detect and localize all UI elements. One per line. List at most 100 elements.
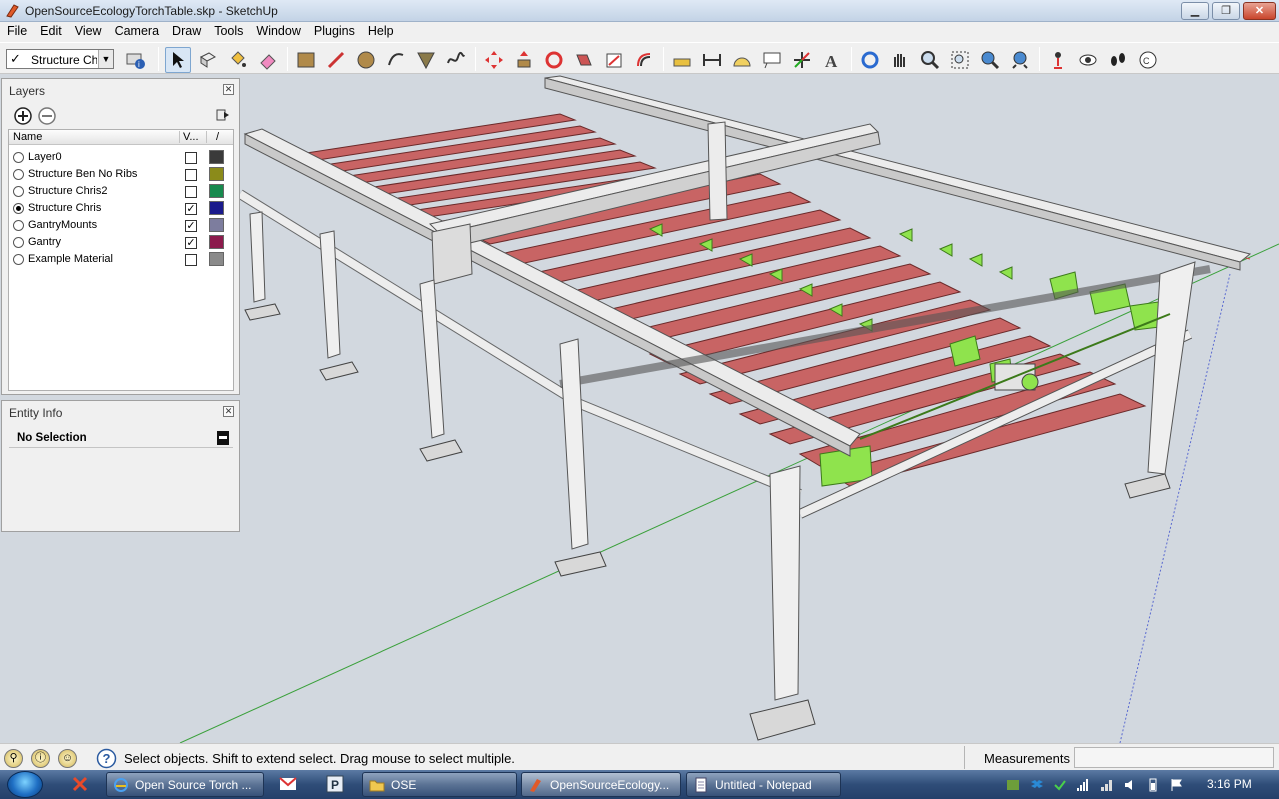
network-signal-icon[interactable] — [1100, 778, 1114, 792]
active-layer-radio[interactable] — [13, 169, 24, 180]
menu-window[interactable]: Window — [249, 22, 306, 38]
menu-tools[interactable]: Tools — [207, 22, 249, 38]
user-icon[interactable]: ☺ — [58, 749, 77, 768]
zoom-icon[interactable] — [917, 47, 943, 73]
close-button[interactable]: ✕ — [1243, 2, 1276, 20]
close-app-icon[interactable] — [70, 774, 90, 794]
tray-app-icon[interactable] — [1006, 778, 1020, 792]
measurements-input[interactable] — [1074, 747, 1274, 768]
volume-icon[interactable] — [1123, 778, 1137, 792]
zoom-window-icon[interactable] — [947, 47, 973, 73]
layer-color-swatch[interactable] — [209, 184, 224, 198]
layer-row[interactable]: Example Material — [9, 251, 233, 268]
flag-icon[interactable] — [1170, 778, 1184, 792]
column-name[interactable]: Name — [13, 131, 42, 143]
layer-color-swatch[interactable] — [209, 201, 224, 215]
layer-name[interactable]: Structure Ben No Ribs — [28, 168, 137, 180]
menu-plugins[interactable]: Plugins — [307, 22, 361, 38]
delete-layer-icon[interactable] — [38, 107, 56, 125]
active-layer-radio[interactable] — [13, 152, 24, 163]
3d-text-icon[interactable]: A — [819, 47, 845, 73]
taskbar-item[interactable]: Open Source Torch ... — [106, 772, 264, 797]
layer-color-swatch[interactable] — [209, 252, 224, 266]
walk-icon[interactable] — [1105, 47, 1131, 73]
rotate-icon[interactable] — [541, 47, 567, 73]
menu-view[interactable]: View — [68, 22, 108, 38]
visible-checkbox[interactable] — [185, 152, 197, 164]
freehand-icon[interactable] — [443, 47, 469, 73]
arc-icon[interactable] — [383, 47, 409, 73]
select-icon[interactable] — [165, 47, 191, 73]
help-icon[interactable]: ? — [96, 748, 117, 769]
layer-row[interactable]: GantryMounts ✓ — [9, 217, 233, 234]
layer-name[interactable]: Structure Chris2 — [28, 185, 107, 197]
position-camera-icon[interactable] — [1045, 47, 1071, 73]
scale-icon[interactable] — [601, 47, 627, 73]
rectangle-icon[interactable] — [293, 47, 319, 73]
eraser-icon[interactable] — [255, 47, 281, 73]
minimize-button[interactable]: ▁ — [1181, 2, 1209, 20]
p-icon[interactable]: P — [325, 774, 345, 794]
polygon-icon[interactable] — [413, 47, 439, 73]
active-layer-radio[interactable] — [13, 237, 24, 248]
visible-checkbox[interactable]: ✓ — [185, 237, 197, 249]
protractor-icon[interactable] — [729, 47, 755, 73]
layer-name[interactable]: GantryMounts — [28, 219, 97, 231]
layer-color-swatch[interactable] — [209, 218, 224, 232]
visible-checkbox[interactable]: ✓ — [185, 203, 197, 215]
maximize-button[interactable]: ❐ — [1212, 2, 1240, 20]
column-visible[interactable]: V... — [179, 131, 199, 143]
menu-edit[interactable]: Edit — [33, 22, 68, 38]
tape-measure-icon[interactable] — [669, 47, 695, 73]
geo-location-icon[interactable]: ⚲ — [4, 749, 23, 768]
visible-checkbox[interactable] — [185, 169, 197, 181]
active-layer-radio[interactable] — [13, 254, 24, 265]
active-layer-radio[interactable] — [13, 220, 24, 231]
add-layer-icon[interactable] — [14, 107, 32, 125]
taskbar-item[interactable]: Untitled - Notepad — [686, 772, 841, 797]
line-icon[interactable] — [323, 47, 349, 73]
security-icon[interactable] — [1053, 778, 1067, 792]
layer-name[interactable]: Gantry — [28, 236, 61, 248]
layer-select[interactable]: ✓ Structure Chris ▼ — [6, 49, 114, 69]
make-component-icon[interactable] — [195, 47, 221, 73]
move-icon[interactable] — [481, 47, 507, 73]
start-button[interactable] — [7, 771, 43, 798]
pan-icon[interactable] — [887, 47, 913, 73]
menu-draw[interactable]: Draw — [165, 22, 207, 38]
paint-bucket-icon[interactable] — [225, 47, 251, 73]
visible-checkbox[interactable] — [185, 254, 197, 266]
follow-me-icon[interactable] — [571, 47, 597, 73]
gmail-icon[interactable] — [278, 774, 298, 794]
layer-color-swatch[interactable] — [209, 235, 224, 249]
layer-name[interactable]: Layer0 — [28, 151, 62, 163]
column-color[interactable]: / — [206, 131, 219, 143]
active-layer-radio[interactable] — [13, 203, 24, 214]
layer-row[interactable]: Structure Chris ✓ — [9, 200, 233, 217]
active-layer-radio[interactable] — [13, 186, 24, 197]
previous-view-icon[interactable] — [977, 47, 1003, 73]
layer-manager-icon[interactable]: i — [123, 47, 149, 73]
network-icon[interactable] — [1076, 778, 1090, 792]
layer-color-swatch[interactable] — [209, 167, 224, 181]
visible-checkbox[interactable] — [185, 186, 197, 198]
push-pull-icon[interactable] — [511, 47, 537, 73]
menu-help[interactable]: Help — [361, 22, 400, 38]
layer-color-swatch[interactable] — [209, 150, 224, 164]
layer-row[interactable]: Layer0 — [9, 149, 233, 166]
taskbar-item[interactable]: OSE — [362, 772, 517, 797]
axes-icon[interactable] — [789, 47, 815, 73]
layer-name[interactable]: Example Material — [28, 253, 113, 265]
close-icon[interactable]: ✕ — [223, 84, 234, 95]
look-around-icon[interactable] — [1075, 47, 1101, 73]
layer-row[interactable]: Structure Ben No Ribs — [9, 166, 233, 183]
text-icon[interactable] — [759, 47, 785, 73]
dropbox-icon[interactable] — [1030, 778, 1044, 792]
battery-icon[interactable] — [1146, 778, 1160, 792]
layer-name[interactable]: Structure Chris — [28, 202, 101, 214]
details-arrow-icon[interactable] — [215, 107, 231, 123]
taskbar-item[interactable]: OpenSourceEcology... — [521, 772, 681, 797]
offset-icon[interactable] — [631, 47, 657, 73]
circle-icon[interactable] — [353, 47, 379, 73]
credits-icon[interactable]: ⓘ — [31, 749, 50, 768]
